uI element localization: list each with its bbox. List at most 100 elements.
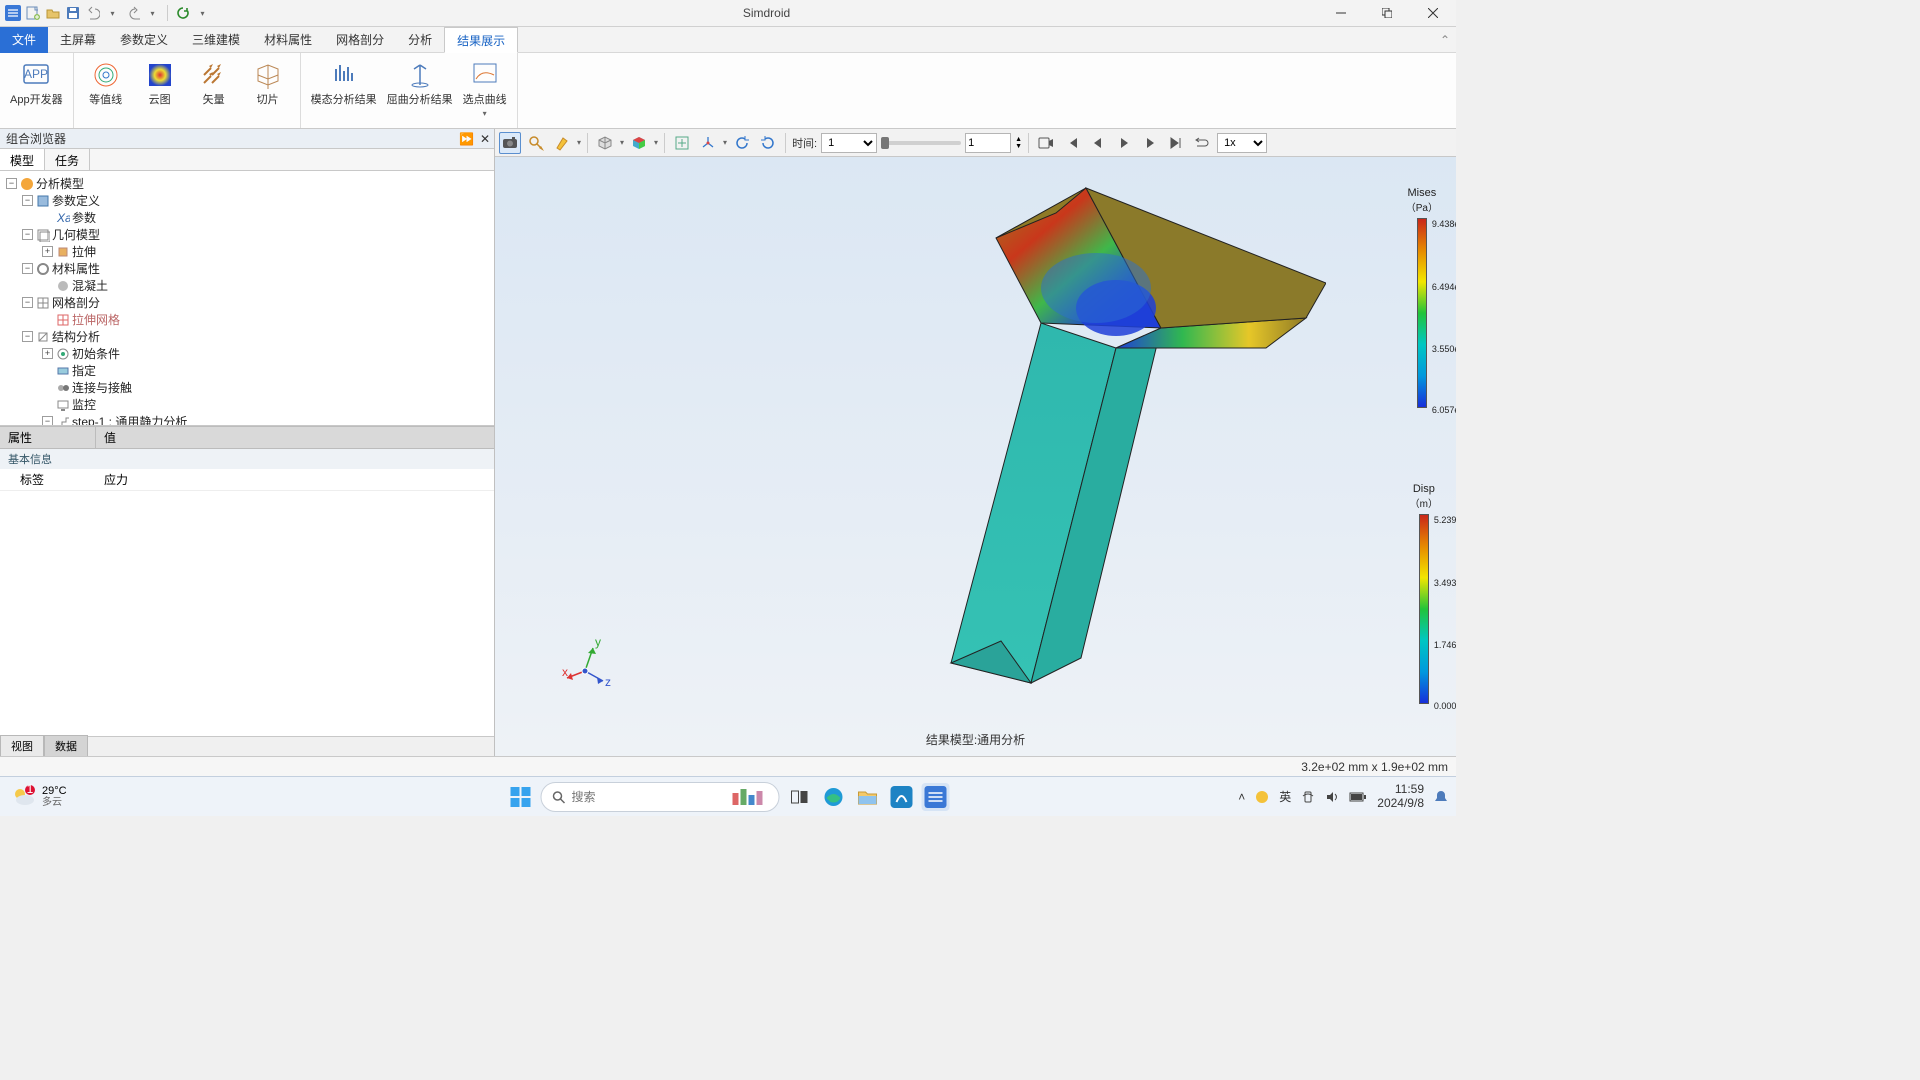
browser-tab-model[interactable]: 模型 (0, 149, 45, 170)
tree-node[interactable]: −结构分析 (2, 328, 492, 345)
tree-node[interactable]: −step-1 : 通用静力分析 (2, 413, 492, 426)
ribbon-point-curve[interactable]: 选点曲线 ▾ (463, 57, 507, 124)
ribbon-vector[interactable]: 矢量 (192, 57, 236, 124)
tree-node[interactable]: 连接与接触 (2, 379, 492, 396)
tree-node[interactable]: 监控 (2, 396, 492, 413)
tree-node[interactable]: −分析模型 (2, 175, 492, 192)
highlight-icon[interactable] (551, 132, 573, 154)
panel-pin-icon[interactable]: ⏩ (459, 132, 474, 146)
tree-toggle-icon[interactable]: − (22, 263, 33, 274)
new-icon[interactable] (24, 5, 41, 22)
next-frame-icon[interactable] (1139, 132, 1161, 154)
refresh-icon[interactable] (174, 5, 191, 22)
tree-node[interactable]: +初始条件 (2, 345, 492, 362)
app-ms-icon[interactable] (888, 783, 916, 811)
menu-tab-home[interactable]: 主屏幕 (48, 27, 108, 53)
model-tree[interactable]: −分析模型−参数定义Xa参数−几何模型+拉伸−材料属性混凝土−网格剖分拉伸网格−… (0, 171, 494, 426)
frame-up-icon[interactable]: ▲ (1015, 136, 1022, 143)
tree-toggle-icon[interactable]: − (6, 178, 17, 189)
redo-dropdown-icon[interactable]: ▾ (144, 5, 161, 22)
menu-tab-analysis[interactable]: 分析 (396, 27, 444, 53)
color-dropdown-icon[interactable]: ▾ (654, 138, 658, 147)
color-cube-icon[interactable] (628, 132, 650, 154)
ime-indicator[interactable]: 英 (1279, 788, 1291, 805)
menu-tab-file[interactable]: 文件 (0, 27, 48, 53)
axis-view-icon[interactable] (697, 132, 719, 154)
qat-customize-icon[interactable]: ▾ (194, 5, 211, 22)
edge-icon[interactable] (820, 783, 848, 811)
open-icon[interactable] (44, 5, 61, 22)
camera-icon[interactable] (499, 132, 521, 154)
menu-tab-mesh[interactable]: 网格剖分 (324, 27, 396, 53)
first-frame-icon[interactable] (1061, 132, 1083, 154)
taskbar-search[interactable] (541, 782, 780, 812)
ribbon-modal-result[interactable]: 模态分析结果 (311, 57, 377, 124)
property-row[interactable]: 标签 应力 (0, 469, 494, 491)
speed-select[interactable]: 1x (1217, 133, 1267, 153)
maximize-button[interactable] (1364, 0, 1410, 27)
bottom-tab-data[interactable]: 数据 (44, 735, 88, 756)
time-select[interactable]: 1 (821, 133, 877, 153)
tree-node[interactable]: 混凝土 (2, 277, 492, 294)
tree-node[interactable]: 指定 (2, 362, 492, 379)
tree-node[interactable]: −网格剖分 (2, 294, 492, 311)
tree-node[interactable]: Xa参数 (2, 209, 492, 226)
tree-node[interactable]: +拉伸 (2, 243, 492, 260)
menu-tab-results[interactable]: 结果展示 (444, 27, 518, 53)
zoom-select-icon[interactable] (525, 132, 547, 154)
tree-toggle-icon[interactable]: + (42, 348, 53, 359)
clock-time[interactable]: 11:59 (1395, 783, 1424, 796)
explorer-icon[interactable] (854, 783, 882, 811)
search-input[interactable] (572, 790, 727, 804)
taskview-icon[interactable] (786, 783, 814, 811)
save-icon[interactable] (64, 5, 81, 22)
axis-dropdown-icon[interactable]: ▾ (723, 138, 727, 147)
rotate-left-icon[interactable] (731, 132, 753, 154)
ribbon-contour[interactable]: 云图 (138, 57, 182, 124)
tray-app-icon[interactable] (1255, 790, 1269, 804)
menu-tab-material[interactable]: 材料属性 (252, 27, 324, 53)
ribbon-buckling-result[interactable]: 屈曲分析结果 (387, 57, 453, 124)
ribbon-slice[interactable]: 切片 (246, 57, 290, 124)
bottom-tab-view[interactable]: 视图 (0, 735, 44, 756)
menu-tab-model3d[interactable]: 三维建模 (180, 27, 252, 53)
app-simdroid-icon[interactable] (922, 783, 950, 811)
tree-toggle-icon[interactable]: − (22, 297, 33, 308)
notifications-icon[interactable] (1434, 789, 1448, 805)
rotate-right-icon[interactable] (757, 132, 779, 154)
browser-tab-task[interactable]: 任务 (45, 149, 90, 170)
render-dropdown-icon[interactable]: ▾ (620, 138, 624, 147)
render-mode-icon[interactable] (594, 132, 616, 154)
last-frame-icon[interactable] (1165, 132, 1187, 154)
volume-icon[interactable] (1325, 790, 1339, 804)
loop-icon[interactable] (1191, 132, 1213, 154)
play-icon[interactable] (1113, 132, 1135, 154)
ribbon-isoline[interactable]: 等值线 (84, 57, 128, 124)
close-button[interactable] (1410, 0, 1456, 27)
menu-tab-param[interactable]: 参数定义 (108, 27, 180, 53)
undo-icon[interactable] (84, 5, 101, 22)
tree-toggle-icon[interactable]: − (22, 195, 33, 206)
viewport-3d[interactable]: x y z Mises（Pa）9.438e+046.494e+043.550e+… (495, 157, 1456, 756)
weather-icon[interactable]: 1 (10, 784, 36, 810)
panel-close-icon[interactable]: ✕ (480, 132, 490, 146)
ribbon-app-developer[interactable]: APP App开发器 (10, 57, 63, 124)
time-slider[interactable] (881, 141, 961, 145)
tree-toggle-icon[interactable]: − (22, 229, 33, 240)
network-icon[interactable] (1301, 790, 1315, 804)
tray-chevron-icon[interactable]: ˄ (1238, 790, 1245, 804)
undo-dropdown-icon[interactable]: ▾ (104, 5, 121, 22)
start-button[interactable] (507, 783, 535, 811)
tree-node[interactable]: −材料属性 (2, 260, 492, 277)
minimize-button[interactable] (1318, 0, 1364, 27)
tree-toggle-icon[interactable]: − (22, 331, 33, 342)
tree-node[interactable]: 拉伸网格 (2, 311, 492, 328)
redo-icon[interactable] (124, 5, 141, 22)
tree-toggle-icon[interactable]: − (42, 416, 53, 426)
tree-node[interactable]: −几何模型 (2, 226, 492, 243)
clock-date[interactable]: 2024/9/8 (1377, 797, 1424, 810)
fit-view-icon[interactable] (671, 132, 693, 154)
record-icon[interactable] (1035, 132, 1057, 154)
frame-down-icon[interactable]: ▼ (1015, 143, 1022, 150)
frame-input[interactable] (965, 133, 1011, 153)
